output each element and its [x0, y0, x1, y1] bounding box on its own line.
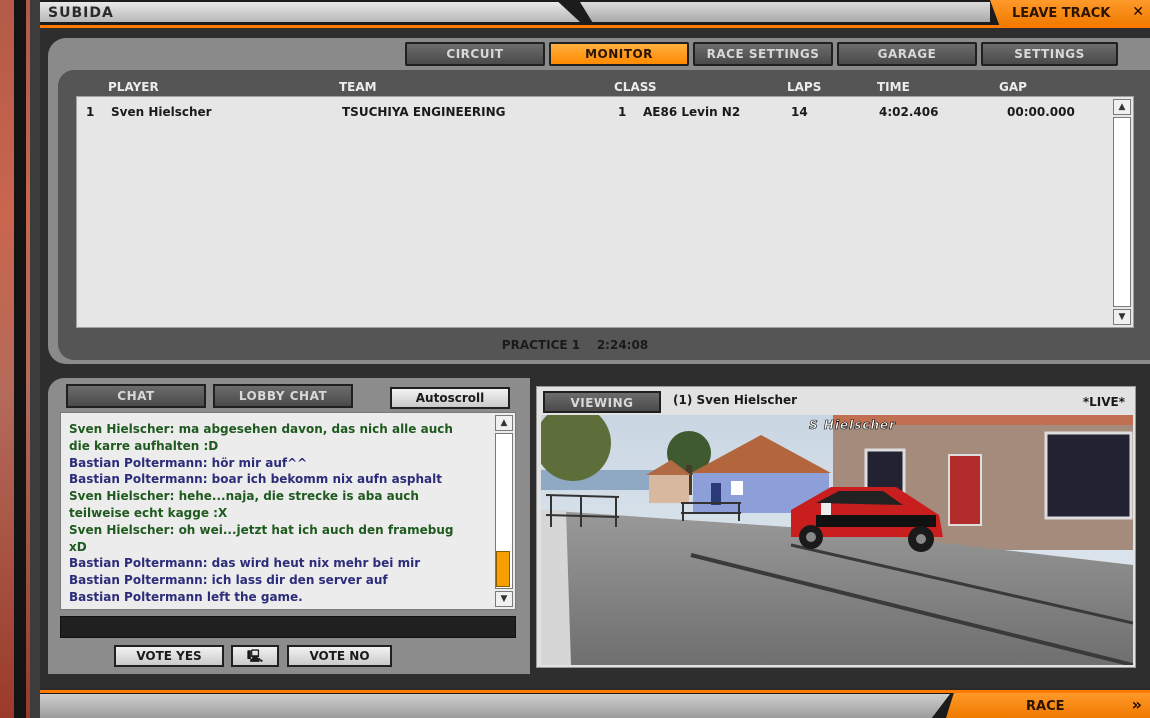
session-info: PRACTICE 1 2:24:08: [0, 338, 1150, 354]
chat-log: Sven Hielscher: ma abgesehen davon, das …: [60, 412, 516, 610]
chat-message: Sven Hielscher: hehe...naja, die strecke…: [69, 489, 419, 504]
col-laps: LAPS: [787, 80, 822, 94]
tab-circuit[interactable]: CIRCUIT: [405, 42, 545, 66]
col-class: CLASS: [614, 80, 657, 94]
chat-message: Bastian Poltermann: ich lass dir den ser…: [69, 573, 388, 588]
scroll-thumb[interactable]: [496, 551, 510, 587]
viewing-driver: (1) Sven Hielscher: [673, 393, 798, 407]
forward-icon: »: [1131, 695, 1142, 714]
viewing-button[interactable]: VIEWING: [543, 391, 661, 413]
leave-track-label: LEAVE TRACK: [1012, 6, 1111, 21]
chat-message: Sven Hielscher: ma abgesehen davon, das …: [69, 422, 453, 436]
chat-message: Sven Hielscher: oh wei...jetzt hat ich a…: [69, 522, 454, 537]
row-laps: 14: [791, 105, 808, 119]
chat-input[interactable]: [60, 616, 516, 638]
live-camera-view: S Hielscher: [541, 415, 1133, 665]
row-gap: 00:00.000: [1007, 105, 1075, 119]
tab-monitor[interactable]: MONITOR: [549, 42, 689, 66]
chat-message: die karre aufhalten :D: [69, 438, 219, 453]
scroll-up-icon[interactable]: ▲: [495, 415, 513, 431]
chat-message: Bastian Poltermann left the game.: [69, 590, 303, 604]
scroll-down-icon[interactable]: ▼: [495, 591, 513, 607]
autoscroll-button[interactable]: Autoscroll: [390, 387, 510, 409]
chat-scrollbar[interactable]: ▲ ▼: [495, 415, 513, 607]
race-button[interactable]: RACE »: [946, 692, 1150, 718]
vote-yes-button[interactable]: VOTE YES: [114, 645, 224, 667]
col-gap: GAP: [999, 80, 1027, 94]
row-player: Sven Hielscher: [111, 105, 212, 119]
vote-icon-button[interactable]: 🖳: [231, 645, 279, 667]
chat-message: Bastian Poltermann: boar ich bekomm nix …: [69, 472, 442, 487]
scroll-up-icon[interactable]: ▲: [1113, 99, 1131, 115]
tab-race-settings[interactable]: RACE SETTINGS: [693, 42, 833, 66]
left-decoration: [0, 0, 40, 718]
viewer-panel: VIEWING (1) Sven Hielscher *LIVE* S Hiel…: [536, 386, 1136, 668]
table-row[interactable]: 1 Sven Hielscher TSUCHIYA ENGINEERING 1 …: [77, 97, 1107, 125]
col-time: TIME: [877, 80, 910, 94]
track-title: SUBIDA: [48, 5, 114, 21]
session-label: PRACTICE 1: [501, 338, 581, 352]
col-team: TEAM: [339, 80, 377, 94]
session-time: 2:24:08: [596, 338, 649, 352]
scroll-down-icon[interactable]: ▼: [1113, 309, 1131, 325]
tab-garage[interactable]: GARAGE: [837, 42, 977, 66]
row-class-name: AE86 Levin N2: [643, 105, 741, 119]
close-icon: ✕: [1132, 4, 1144, 20]
live-badge: *LIVE*: [1082, 395, 1125, 409]
standings-header: PLAYER TEAM CLASS LAPS TIME GAP: [0, 80, 1150, 96]
chat-message: Bastian Poltermann: das wird heut nix me…: [69, 556, 421, 571]
bottom-bar: RACE »: [40, 690, 1150, 718]
row-team: TSUCHIYA ENGINEERING: [342, 105, 506, 119]
col-player: PLAYER: [108, 80, 159, 94]
tab-settings[interactable]: SETTINGS: [981, 42, 1118, 66]
standings-scrollbar[interactable]: ▲ ▼: [1113, 99, 1131, 325]
chat-message: Bastian Poltermann: hör mir auf^^: [69, 455, 308, 470]
row-position: 1: [86, 105, 95, 119]
chat-message: teilweise echt kagge :X: [69, 506, 228, 520]
row-class-number: 1: [618, 105, 627, 119]
race-label: RACE: [1026, 699, 1065, 714]
vote-no-button[interactable]: VOTE NO: [287, 645, 392, 667]
standings-list: 1 Sven Hielscher TSUCHIYA ENGINEERING 1 …: [76, 96, 1134, 328]
top-bar: SUBIDA LEAVE TRACK ✕: [40, 0, 1150, 28]
tab-lobby-chat[interactable]: LOBBY CHAT: [213, 384, 353, 408]
row-time: 4:02.406: [879, 105, 939, 119]
title-plate: SUBIDA: [40, 2, 580, 22]
tab-chat[interactable]: CHAT: [66, 384, 206, 408]
chat-message: xD: [69, 539, 87, 554]
leave-track-button[interactable]: LEAVE TRACK ✕: [990, 0, 1150, 26]
driver-overlay: S Hielscher: [809, 418, 896, 432]
monitor-icon: 🖳: [246, 649, 263, 663]
